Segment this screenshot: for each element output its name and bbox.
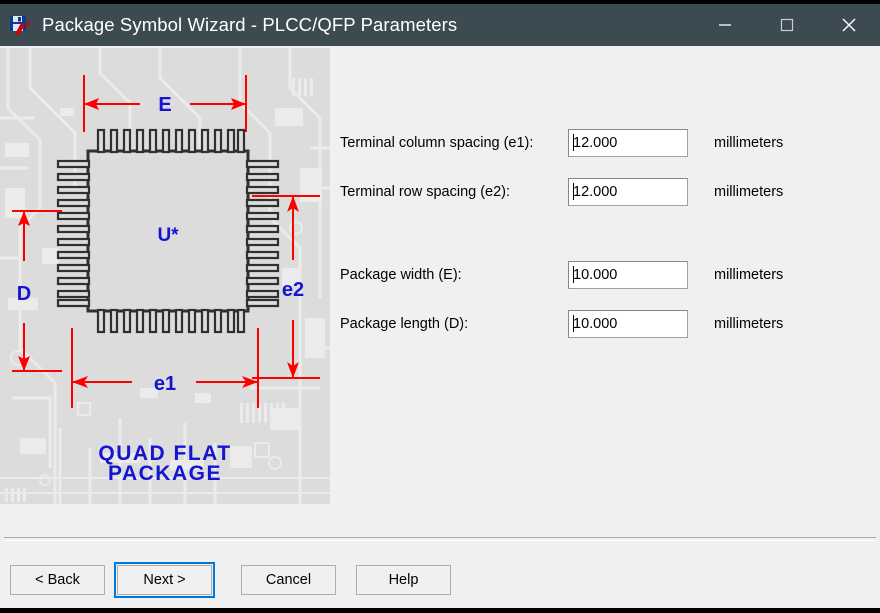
component-designator: U*: [157, 225, 179, 246]
text-caret: [573, 315, 574, 332]
package-width-units: millimeters: [714, 267, 784, 283]
package-pins-left: [56, 159, 91, 308]
title-bar[interactable]: Package Symbol Wizard - PLCC/QFP Paramet…: [0, 4, 880, 46]
maximize-icon[interactable]: [756, 4, 818, 46]
field-row-terminal-column-spacing: Terminal column spacing (e1): millimeter…: [340, 126, 783, 160]
text-caret: [573, 183, 574, 200]
field-row-package-length: Package length (D): millimeters: [340, 307, 783, 341]
button-bar-divider: [4, 537, 876, 541]
package-pins-right: [245, 159, 280, 308]
field-row-terminal-row-spacing: Terminal row spacing (e2): millimeters: [340, 175, 783, 209]
dimension-label-e1: e1: [154, 373, 176, 395]
window-title: Package Symbol Wizard - PLCC/QFP Paramet…: [42, 14, 458, 35]
terminal-column-spacing-label: Terminal column spacing (e1):: [340, 135, 534, 151]
terminal-row-spacing-input[interactable]: [568, 178, 688, 206]
package-width-label: Package width (E):: [340, 267, 462, 283]
terminal-column-spacing-units: millimeters: [714, 135, 784, 151]
package-length-units: millimeters: [714, 316, 784, 332]
window-bottom-edge: [0, 608, 880, 613]
floppy-disk-red-arrow-icon: [8, 13, 32, 37]
package-symbol-wizard-window: Package Symbol Wizard - PLCC/QFP Paramet…: [0, 0, 880, 613]
dimension-label-D: D: [17, 283, 31, 305]
wizard-button-bar: < Back Next > Cancel Help: [0, 556, 880, 613]
package-length-input[interactable]: [568, 310, 688, 338]
dimension-label-e2: e2: [282, 279, 304, 301]
terminal-column-spacing-input[interactable]: [568, 129, 688, 157]
dimension-e1: [71, 328, 259, 408]
package-caption-line2: PACKAGE: [108, 462, 222, 485]
help-button[interactable]: Help: [356, 565, 451, 595]
text-caret: [573, 134, 574, 151]
parameters-form: Terminal column spacing (e1): millimeter…: [340, 46, 880, 506]
next-button[interactable]: Next >: [114, 562, 215, 598]
package-pins-bottom: [96, 308, 246, 334]
close-icon[interactable]: [818, 4, 880, 46]
package-pins-top: [96, 128, 246, 154]
minimize-icon[interactable]: [694, 4, 756, 46]
package-width-input[interactable]: [568, 261, 688, 289]
back-button[interactable]: < Back: [10, 565, 105, 595]
terminal-row-spacing-units: millimeters: [714, 184, 784, 200]
dialog-content: E D e2 e1 U* QUAD FLAT PACKAGE Terminal …: [0, 46, 880, 613]
text-caret: [573, 266, 574, 283]
quad-flat-package-drawing: E D e2 e1 U* QUAD FLAT PACKAGE: [12, 75, 320, 485]
dimension-label-E: E: [158, 94, 171, 116]
package-length-label: Package length (D):: [340, 316, 469, 332]
field-row-package-width: Package width (E): millimeters: [340, 258, 783, 292]
terminal-row-spacing-label: Terminal row spacing (e2):: [340, 184, 511, 200]
package-illustration-panel: E D e2 e1 U* QUAD FLAT PACKAGE: [0, 48, 330, 504]
window-controls: [694, 4, 880, 46]
cancel-button[interactable]: Cancel: [241, 565, 336, 595]
